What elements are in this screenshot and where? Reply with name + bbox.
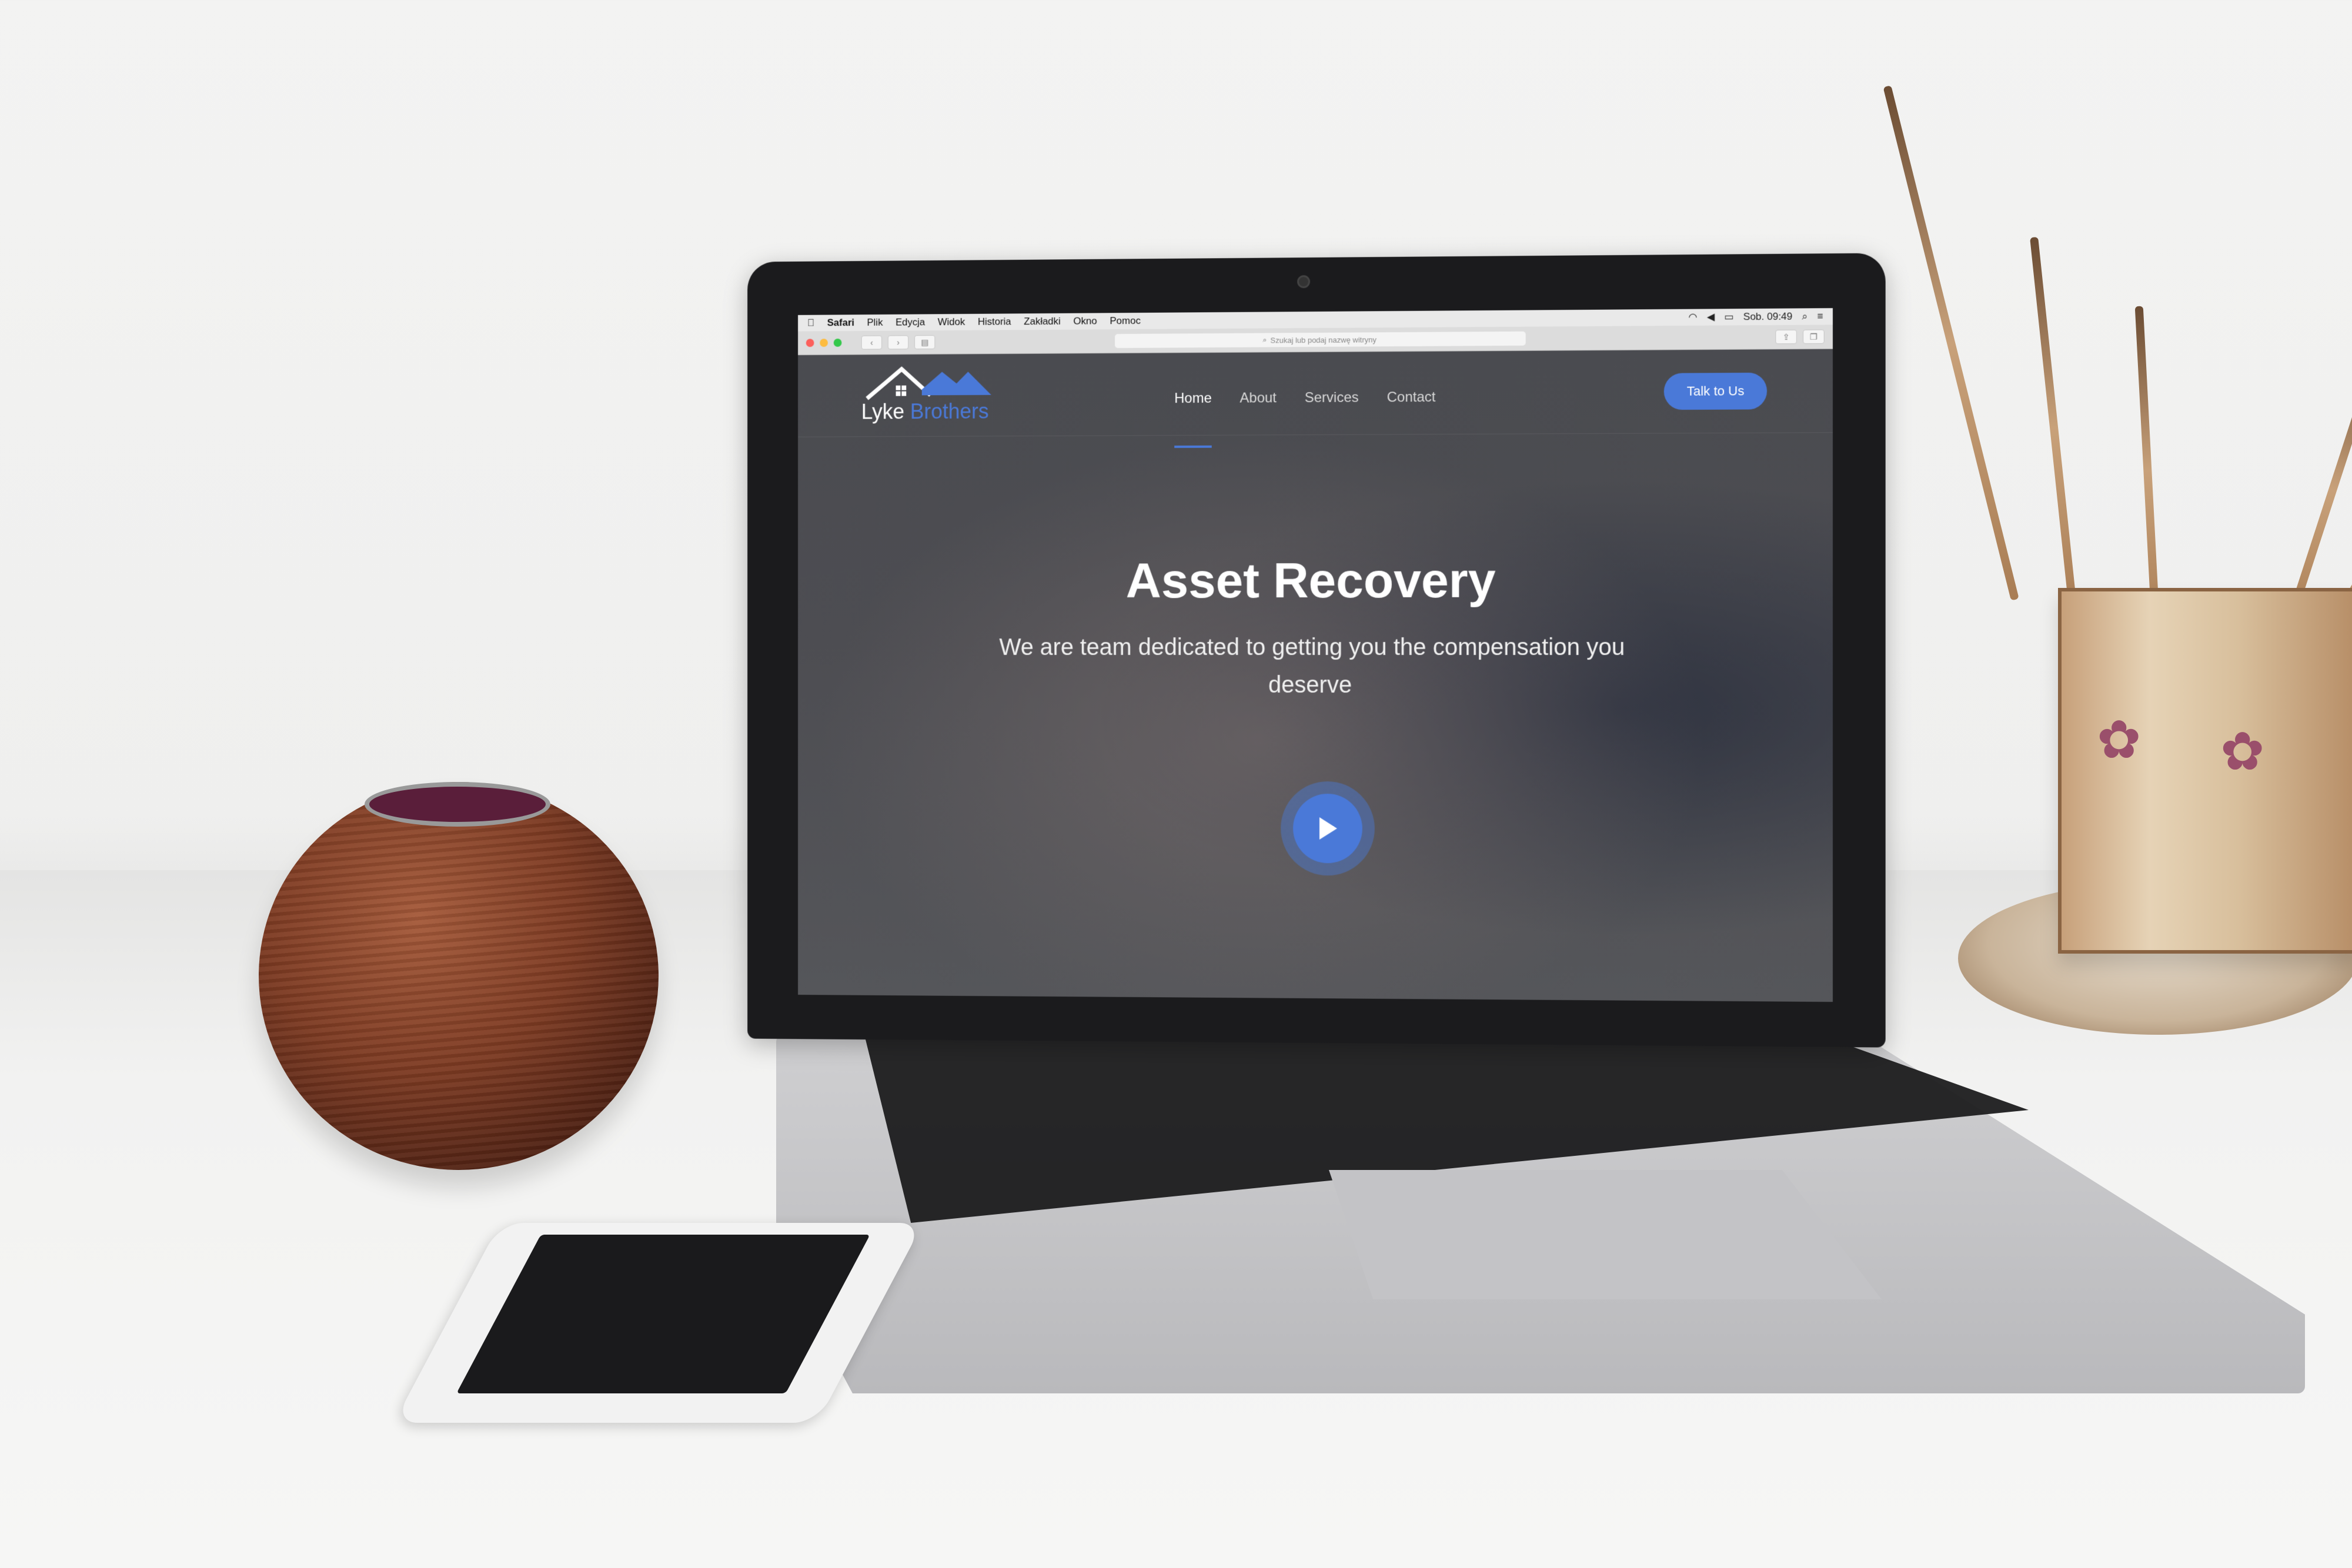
search-icon: ⌕ bbox=[1262, 335, 1267, 345]
play-button-inner bbox=[1293, 793, 1362, 864]
wooden-candle-holder bbox=[259, 782, 659, 1170]
address-placeholder: Szukaj lub podaj nazwę witryny bbox=[1270, 335, 1377, 345]
menu-historia[interactable]: Historia bbox=[978, 316, 1011, 327]
apple-icon[interactable]:  bbox=[807, 317, 814, 329]
site-header: Lyke Brothers Home About Services Contac… bbox=[798, 349, 1833, 437]
menu-widok[interactable]: Widok bbox=[938, 316, 965, 328]
menu-plik[interactable]: Plik bbox=[867, 317, 883, 329]
pencil-cup: ✿ ✿ bbox=[2058, 588, 2352, 954]
list-icon[interactable]: ≡ bbox=[1818, 310, 1823, 322]
volume-icon[interactable]: ◀ bbox=[1707, 311, 1715, 323]
share-icon[interactable]: ⇪ bbox=[1775, 329, 1797, 345]
website: Lyke Brothers Home About Services Contac… bbox=[798, 349, 1833, 1002]
menu-zakladki[interactable]: Zakładki bbox=[1024, 316, 1060, 327]
sidebar-icon[interactable]: ▤ bbox=[914, 335, 936, 350]
zoom-button[interactable] bbox=[833, 338, 842, 347]
nav-about[interactable]: About bbox=[1240, 390, 1276, 406]
flower-icon: ✿ bbox=[2097, 711, 2141, 770]
menu-okno[interactable]: Okno bbox=[1073, 315, 1097, 327]
forward-button[interactable]: › bbox=[887, 335, 909, 350]
menu-pomoc[interactable]: Pomoc bbox=[1110, 315, 1140, 327]
talk-to-us-button[interactable]: Talk to Us bbox=[1664, 372, 1768, 410]
laptop-lid:  Safari Plik Edycja Widok Historia Zakł… bbox=[747, 253, 1886, 1048]
laptop-screen:  Safari Plik Edycja Widok Historia Zakł… bbox=[798, 308, 1833, 1002]
paint-brush bbox=[2030, 236, 2078, 618]
phone-screen bbox=[456, 1235, 870, 1393]
play-icon bbox=[1319, 817, 1337, 840]
logo-word-1: Lyke bbox=[861, 399, 905, 424]
wifi-icon[interactable]: ◠ bbox=[1689, 312, 1698, 323]
paint-brush bbox=[2134, 306, 2160, 636]
candle bbox=[365, 782, 550, 827]
logo-word-2: Brothers bbox=[910, 399, 989, 424]
house-roof-icon bbox=[861, 363, 991, 404]
nav-contact[interactable]: Contact bbox=[1387, 389, 1436, 406]
tabs-icon[interactable]: ❐ bbox=[1803, 329, 1825, 344]
camera-icon bbox=[1297, 275, 1310, 289]
main-nav: Home About Services Contact bbox=[1174, 389, 1435, 407]
back-button[interactable]: ‹ bbox=[861, 335, 883, 350]
close-button[interactable] bbox=[806, 339, 814, 347]
clock[interactable]: Sob. 09:49 bbox=[1743, 311, 1793, 323]
menu-edycja[interactable]: Edycja bbox=[896, 316, 925, 328]
hero-subtitle: We are team dedicated to getting you the… bbox=[999, 634, 1625, 698]
search-icon[interactable]: ⌕ bbox=[1802, 310, 1808, 322]
flower-icon: ✿ bbox=[2220, 723, 2265, 781]
nav-home[interactable]: Home bbox=[1174, 390, 1212, 407]
menu-safari[interactable]: Safari bbox=[827, 317, 854, 329]
hero-title: Asset Recovery bbox=[1125, 552, 1496, 609]
address-bar[interactable]: ⌕ Szukaj lub podaj nazwę witryny bbox=[1115, 331, 1526, 348]
minimize-button[interactable] bbox=[820, 339, 828, 347]
battery-icon[interactable]: ▭ bbox=[1724, 311, 1733, 323]
status-area: ◠ ◀ ▭ Sob. 09:49 ⌕ ≡ bbox=[1689, 310, 1823, 323]
nav-services[interactable]: Services bbox=[1305, 390, 1359, 406]
play-video-button[interactable] bbox=[1281, 781, 1375, 876]
site-logo[interactable]: Lyke Brothers bbox=[861, 363, 994, 427]
paint-brush bbox=[1883, 85, 2019, 601]
logo-text: Lyke Brothers bbox=[861, 399, 989, 424]
